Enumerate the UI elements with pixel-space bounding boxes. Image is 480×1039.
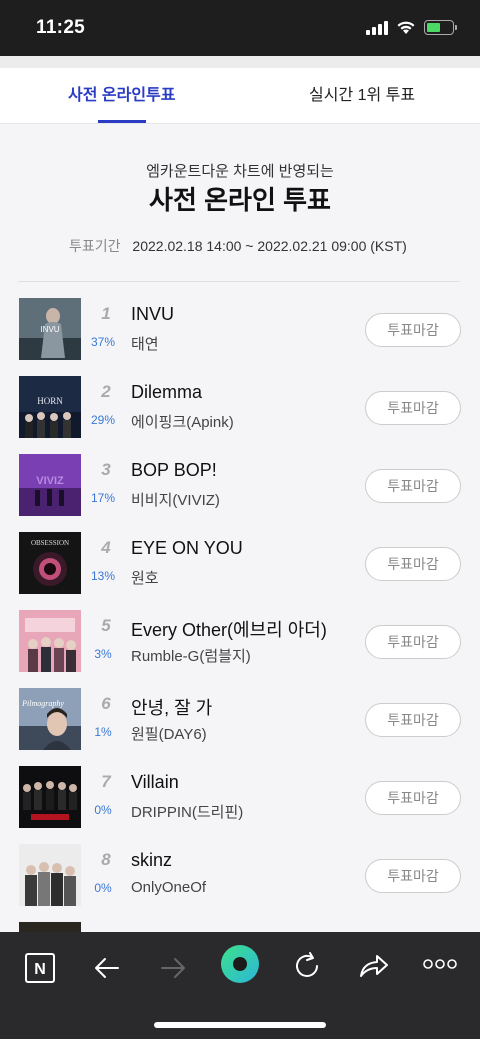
rank-number: 3 [101,460,111,479]
album-cover [19,844,81,906]
artist-name: Rumble-G(럼블지) [131,648,251,665]
vote-percent: 29% [90,413,116,427]
rank-number: 5 [101,616,111,635]
artist-name: 원필(DAY6) [131,726,207,743]
song-title: INVU [131,304,175,324]
forward-arrow-icon[interactable] [158,953,188,983]
green-dot-icon[interactable] [220,944,260,984]
top-strip [0,56,480,68]
list-item[interactable]: 8 0% skinz OnlyOneOf 투표마감 [0,844,480,906]
album-cover: OBSESSION [19,532,81,594]
rank-number: 2 [101,382,111,401]
list-item[interactable]: INVU 1 37% INVU 태연 투표마감 [0,298,480,360]
naver-home-icon[interactable]: N [24,952,56,984]
song-title: Villain [131,772,179,792]
artist-name: 에이핑크(Apink) [131,414,234,431]
header-subtitle: 엠카운트다운 차트에 반영되는 [146,163,334,180]
album-cover-text: INVU [40,325,59,334]
artist-name: 비비지(VIVIZ) [131,492,220,509]
vote-closed-button[interactable]: 투표마감 [365,313,461,347]
album-cover: Pilmography [19,688,81,750]
status-bar: 11:25 [0,0,480,56]
artist-name: DRIPPIN(드리핀) [131,804,244,821]
album-cover-text: OBSESSION [31,539,69,547]
song-title: BOP BOP! [131,460,217,480]
rank-number: 1 [101,304,111,323]
vote-percent: 3% [94,647,112,661]
artist-name: OnlyOneOf [131,879,207,896]
vote-percent: 37% [90,335,116,349]
list-item[interactable]: HORN 2 29% Dilemma 에이핑크(Apink) 투표마감 [0,376,480,438]
artist-name: 태연 [131,336,159,353]
wifi-icon [397,21,415,34]
list-item[interactable]: 7 0% Villain DRIPPIN(드리핀) 투표마감 [0,766,480,828]
list-item-partial [0,922,480,932]
home-indicator [154,1022,326,1028]
tab-realtime-first-vote[interactable]: 실시간 1위 투표 [309,68,415,124]
album-cover: INVU [19,298,81,360]
vote-closed-button[interactable]: 투표마감 [365,781,461,815]
song-title: Dilemma [131,382,203,402]
album-cover-text: VIVIZ [36,475,64,487]
vote-period-value: 2022.02.18 14:00 ~ 2022.02.21 09:00 (KST… [132,238,407,254]
divider [18,281,460,282]
album-cover: HORN [19,376,81,438]
album-cover-text: HORN [37,396,63,406]
cellular-signal-icon [366,20,388,35]
tab-bar: 사전 온라인투표 실시간 1위 투표 [0,68,480,124]
song-title: Every Other(에브리 아더) [131,620,327,640]
list-item[interactable]: Pilmography 6 1% 안녕, 잘 가 원필(DAY6) 투표마감 [0,688,480,750]
song-title: EYE ON YOU [131,538,243,558]
list-item[interactable]: 5 3% Every Other(에브리 아더) Rumble-G(럼블지) 투… [0,610,480,672]
vote-closed-button[interactable]: 투표마감 [365,469,461,503]
rank-number: 8 [101,850,111,869]
rank-number: 4 [101,538,111,557]
vote-percent: 0% [94,803,112,817]
list-item[interactable]: OBSESSION 4 13% EYE ON YOU 원호 투표마감 [0,532,480,594]
refresh-icon[interactable] [290,949,324,983]
vote-period: 투표기간 2022.02.18 14:00 ~ 2022.02.21 09:00… [69,236,407,256]
album-cover-text: Pilmography [21,699,64,708]
share-icon[interactable] [357,949,391,983]
rank-number: 7 [101,772,111,791]
more-icon[interactable] [422,956,458,972]
vote-closed-button[interactable]: 투표마감 [365,859,461,893]
song-title: 안녕, 잘 가 [131,698,213,718]
artist-name: 원호 [131,570,159,587]
vote-period-label: 투표기간 [69,238,121,254]
list-item[interactable]: VIVIZ 3 17% BOP BOP! 비비지(VIVIZ) 투표마감 [0,454,480,516]
vote-percent: 0% [94,881,112,895]
album-cover: VIVIZ [19,454,81,516]
status-time: 11:25 [36,17,86,38]
page-title: 사전 온라인 투표 [149,185,331,215]
status-icons [366,20,457,35]
album-cover [19,610,81,672]
tab-pre-online-vote[interactable]: 사전 온라인투표 [68,68,176,124]
song-title: skinz [131,850,173,870]
album-cover [19,766,81,828]
vote-closed-button[interactable]: 투표마감 [365,547,461,581]
vote-percent: 17% [90,491,116,505]
vote-percent: 1% [94,725,112,739]
album-cover [19,922,81,932]
rank-number: 6 [101,694,111,713]
naver-logo-text: N [34,961,46,978]
vote-percent: 13% [90,569,116,583]
battery-icon [424,20,457,35]
vote-closed-button[interactable]: 투표마감 [365,703,461,737]
vote-closed-button[interactable]: 투표마감 [365,625,461,659]
vote-closed-button[interactable]: 투표마감 [365,391,461,425]
back-arrow-icon[interactable] [92,953,122,983]
